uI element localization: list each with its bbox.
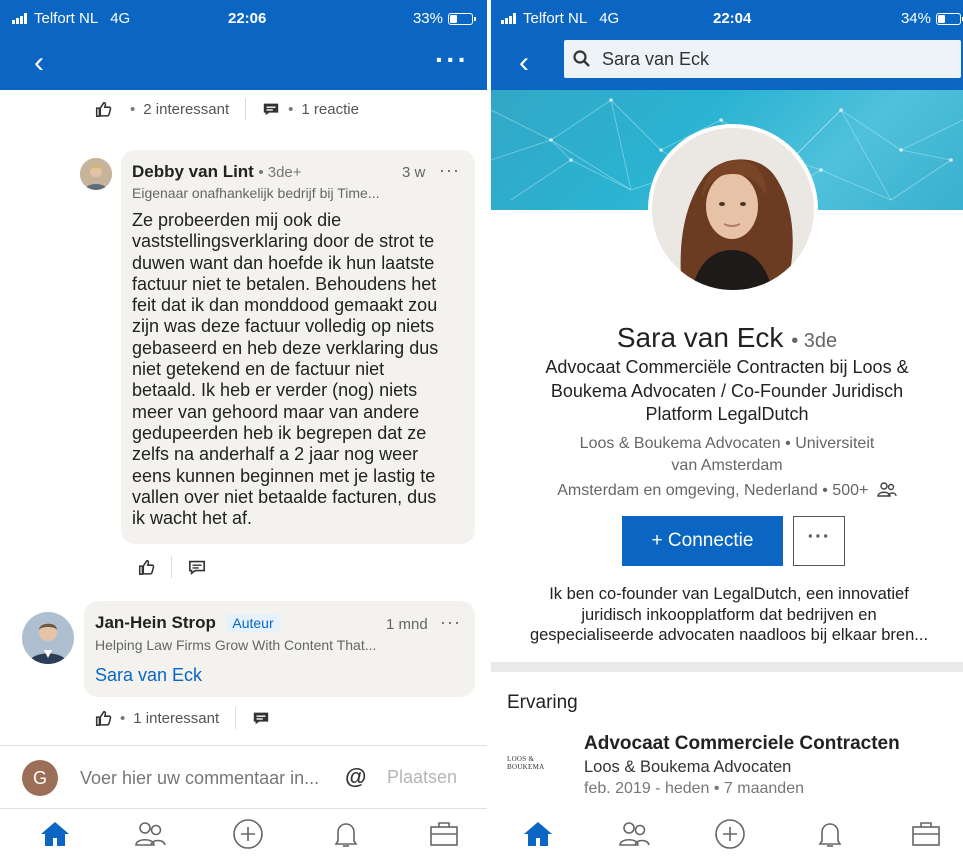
company-logo[interactable]: LOOS & BOUKEMA <box>507 755 567 771</box>
back-button[interactable]: ‹ <box>519 48 529 78</box>
comment-actions <box>137 556 206 578</box>
comments-count[interactable]: 1 reactie <box>301 101 359 118</box>
experience-dates: feb. 2019 - heden • 7 maanden <box>584 780 804 797</box>
battery-percent: 34% <box>900 10 931 27</box>
post-button[interactable]: Plaatsen <box>387 767 457 788</box>
comment-composer: G Voer hier uw commentaar in... @ Plaats… <box>0 745 487 809</box>
jobs-icon[interactable] <box>427 817 461 851</box>
notifications-icon[interactable] <box>813 817 847 851</box>
likes-count[interactable]: 1 interessant <box>133 710 219 727</box>
commenter-headline: Helping Law Firms Grow With Content That… <box>95 637 377 653</box>
status-bar: Telfort NL 4G 22:06 33% <box>0 0 487 36</box>
like-icon[interactable] <box>94 100 112 118</box>
comment-thread-screen: Telfort NL 4G 22:06 33% ‹ ··· • 2 intere… <box>0 0 487 856</box>
avatar[interactable] <box>22 612 74 664</box>
profile-headline: Advocaat Commerciële Contracten bij Loos… <box>545 357 909 424</box>
commenter-headline: Eigenaar onafhankelijk bedrijf bij Time.… <box>132 185 380 201</box>
network-icon[interactable] <box>133 817 167 851</box>
post-reactions: • 2 interessant • 1 reactie <box>94 98 359 120</box>
comment-input[interactable]: Voer hier uw commentaar in... <box>80 768 319 789</box>
comment-icon[interactable] <box>262 100 280 118</box>
connection-degree: 3de+ <box>267 164 302 181</box>
experience-company: Loos & Boukema Advocaten <box>584 758 792 776</box>
status-bar: Telfort NL 4G 22:04 34% <box>491 0 963 36</box>
commenter-name[interactable]: Jan-Hein Strop <box>95 613 216 632</box>
comment-time: 1 mnd <box>386 616 428 633</box>
network-icon[interactable] <box>617 817 651 851</box>
like-icon[interactable] <box>94 709 112 727</box>
clock: 22:06 <box>228 10 267 27</box>
network-type: 4G <box>110 10 131 27</box>
connections-icon <box>877 482 897 497</box>
comment-actions: • 1 interessant <box>94 707 270 729</box>
carrier-name: Telfort NL <box>34 10 99 27</box>
signal-icon <box>12 13 27 24</box>
connect-button[interactable]: + Connectie <box>622 516 783 566</box>
reply-icon[interactable] <box>252 709 270 727</box>
comment-bubble[interactable]: Jan-Hein Strop Auteur 1 mnd ··· Helping … <box>84 601 475 697</box>
profile-about[interactable]: Ik ben co-founder van LegalDutch, een in… <box>505 584 953 646</box>
commenter-name[interactable]: Debby van Lint <box>132 162 254 181</box>
mention-link[interactable]: Sara van Eck <box>95 665 202 686</box>
profile-screen: Telfort NL 4G 22:04 34% ‹ Sara van Eck S… <box>491 0 963 856</box>
home-icon[interactable] <box>38 817 72 851</box>
search-query[interactable]: Sara van Eck <box>602 49 709 70</box>
post-icon[interactable] <box>713 817 747 851</box>
avatar: G <box>22 760 58 796</box>
section-divider <box>491 662 963 672</box>
author-badge: Auteur <box>226 614 280 632</box>
comment-menu-button[interactable]: ··· <box>440 612 461 633</box>
profile-name-row: Sara van Eck • 3de <box>616 322 838 353</box>
likes-count[interactable]: 2 interessant <box>143 101 229 118</box>
mention-button[interactable]: @ <box>345 764 366 790</box>
signal-icon <box>501 13 516 24</box>
carrier-name: Telfort NL <box>523 10 588 27</box>
connection-degree: 3de <box>803 330 838 352</box>
profile-photo[interactable] <box>648 124 818 294</box>
like-icon[interactable] <box>137 558 155 576</box>
more-options-button[interactable]: ··· <box>435 46 469 74</box>
avatar[interactable] <box>80 158 112 190</box>
reply-icon[interactable] <box>188 558 206 576</box>
comment-menu-button[interactable]: ··· <box>439 160 460 181</box>
notifications-icon[interactable] <box>329 817 363 851</box>
bottom-tab-bar <box>0 809 487 856</box>
profile-location: Amsterdam en omgeving, Nederland • 500+ <box>491 481 963 500</box>
search-icon <box>573 50 590 67</box>
battery-icon <box>448 12 476 25</box>
comment-time: 3 w <box>402 164 426 181</box>
profile-company-school: Loos & Boukema Advocaten • Universiteit … <box>579 435 875 474</box>
bottom-tab-bar <box>491 809 963 856</box>
top-bar: ‹ ··· <box>0 36 487 90</box>
comment-bubble[interactable]: Debby van Lint • 3de+ 3 w ··· Eigenaar o… <box>121 150 475 544</box>
network-type: 4G <box>599 10 620 27</box>
more-actions-button[interactable]: ··· <box>793 516 845 566</box>
search-bar[interactable]: Sara van Eck <box>564 40 961 78</box>
jobs-icon[interactable] <box>909 817 943 851</box>
experience-role[interactable]: Advocaat Commerciele Contracten <box>584 733 900 755</box>
profile-name: Sara van Eck <box>616 322 784 353</box>
experience-section-title: Ervaring <box>507 692 578 713</box>
post-icon[interactable] <box>231 817 265 851</box>
battery-icon <box>936 12 963 25</box>
battery-percent: 33% <box>412 10 443 27</box>
clock: 22:04 <box>713 10 752 27</box>
home-icon[interactable] <box>521 817 555 851</box>
comment-text: Ze probeerden mij ook die vaststellingsv… <box>132 210 439 529</box>
back-button[interactable]: ‹ <box>34 48 44 78</box>
